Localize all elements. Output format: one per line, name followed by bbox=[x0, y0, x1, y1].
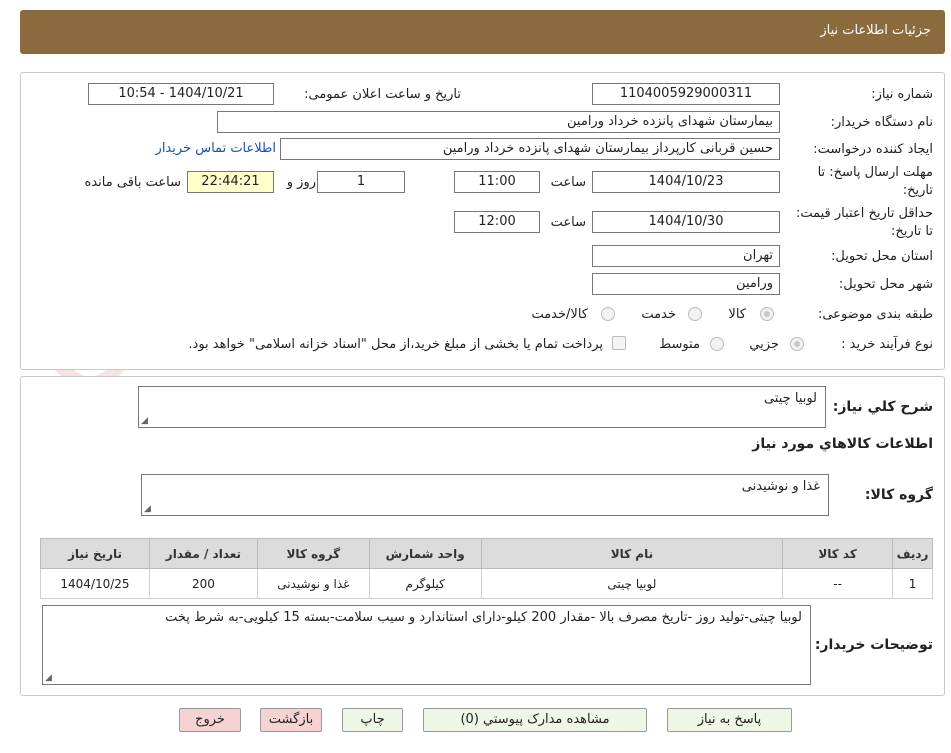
category-goods-label: کالا bbox=[728, 307, 746, 322]
validity-time-field: 12:00 bbox=[454, 211, 540, 233]
category-both-radio[interactable] bbox=[601, 307, 615, 321]
table-row: 1 -- لوبیا چیتی کیلوگرم غذا و نوشیدنی 20… bbox=[40, 568, 933, 599]
cell-date: 1404/10/25 bbox=[40, 568, 150, 599]
items-table: ردیف کد کالا نام کالا واحد شمارش گروه کا… bbox=[40, 538, 933, 599]
cell-group: غذا و نوشیدنی bbox=[256, 568, 370, 599]
cell-code: -- bbox=[782, 568, 894, 599]
buyer-notes-label: توضیحات خریدار: bbox=[814, 637, 933, 653]
back-button[interactable]: بازگشت bbox=[260, 708, 322, 732]
need-number-field: 1104005929000311 bbox=[592, 83, 780, 105]
buyer-contact-link[interactable]: اطلاعات تماس خریدار bbox=[156, 141, 276, 156]
col-unit-header: واحد شمارش bbox=[368, 538, 482, 569]
reply-time-label: ساعت bbox=[550, 175, 586, 190]
col-name-header: نام کالا bbox=[480, 538, 784, 569]
goods-group-label: گروه کالا: bbox=[864, 487, 933, 503]
resize-grip-icon[interactable]: ◢ bbox=[45, 673, 52, 683]
price-validity-label: حداقل تاریخ اعتبار قیمت: تا تاریخ: bbox=[795, 206, 933, 239]
delivery-province-label: استان محل تحویل: bbox=[831, 249, 933, 264]
city-field: ورامین bbox=[592, 273, 780, 295]
treasury-checkbox[interactable] bbox=[612, 336, 626, 350]
items-table-header: ردیف کد کالا نام کالا واحد شمارش گروه کا… bbox=[40, 538, 933, 569]
attachments-button[interactable]: مشاهده مدارک پیوستي (0) bbox=[423, 708, 647, 732]
reply-date-field: 1404/10/23 bbox=[592, 171, 780, 193]
page-title: جزئیات اطلاعات نیاز bbox=[820, 23, 931, 38]
category-service-label: خدمت bbox=[641, 307, 676, 322]
cell-unit: کیلوگرم bbox=[368, 568, 482, 599]
exit-button[interactable]: خروج bbox=[179, 708, 241, 732]
validity-date-field: 1404/10/30 bbox=[592, 211, 780, 233]
page-header: جزئیات اطلاعات نیاز bbox=[20, 10, 945, 54]
buyer-notes-text: لوبیا چیتی-تولید روز -تاریخ مصرف بالا -م… bbox=[165, 610, 802, 625]
category-label: طبقه بندی موضوعی: bbox=[817, 307, 933, 322]
buyer-notes-textarea[interactable]: لوبیا چیتی-تولید روز -تاریخ مصرف بالا -م… bbox=[42, 605, 811, 685]
process-minor-label: جزیي bbox=[749, 337, 779, 352]
reply-time-field: 11:00 bbox=[454, 171, 540, 193]
requester-label: ایجاد کننده درخواست: bbox=[813, 142, 933, 157]
goods-group-textarea[interactable]: غذا و نوشیدنی ◢ bbox=[141, 474, 829, 516]
cell-row: 1 bbox=[892, 568, 933, 599]
category-both-label: کالا/خدمت bbox=[531, 307, 588, 322]
process-type-label: نوع فرآیند خرید : bbox=[841, 337, 933, 352]
days-and-label: روز و bbox=[286, 175, 316, 190]
announce-datetime-label: تاریخ و ساعت اعلان عمومی: bbox=[304, 87, 461, 102]
cell-qty: 200 bbox=[148, 568, 258, 599]
process-medium-radio[interactable] bbox=[710, 337, 724, 351]
resize-grip-icon[interactable]: ◢ bbox=[141, 416, 148, 426]
col-group-header: گروه کالا bbox=[256, 538, 370, 569]
cell-name: لوبیا چیتی bbox=[480, 568, 784, 599]
col-date-header: تاریخ نیاز bbox=[40, 538, 150, 569]
remaining-time-field: 22:44:21 bbox=[187, 171, 274, 193]
process-medium-label: متوسط bbox=[659, 337, 700, 352]
delivery-city-label: شهر محل تحویل: bbox=[838, 277, 933, 292]
general-desc-label: شرح کلي نياز: bbox=[832, 399, 933, 415]
remaining-label: ساعت باقی مانده bbox=[84, 175, 181, 190]
goods-group-text: غذا و نوشیدنی bbox=[741, 479, 820, 494]
print-button[interactable]: چاپ bbox=[342, 708, 403, 732]
validity-time-label: ساعت bbox=[550, 215, 586, 230]
announce-datetime-field: 1404/10/21 - 10:54 bbox=[88, 83, 274, 105]
category-service-radio[interactable] bbox=[688, 307, 702, 321]
reply-deadline-label: مهلت ارسال پاسخ: تا تاریخ: bbox=[817, 165, 933, 198]
col-code-header: کد کالا bbox=[782, 538, 894, 569]
buyer-org-field: بیمارستان شهدای پانزده خرداد ورامین bbox=[217, 111, 780, 133]
general-desc-textarea[interactable]: لوبیا چیتی ◢ bbox=[138, 386, 826, 428]
col-row-header: ردیف bbox=[892, 538, 933, 569]
buyer-org-label: نام دستگاه خریدار: bbox=[830, 115, 933, 130]
reply-days-field: 1 bbox=[317, 171, 405, 193]
reply-button[interactable]: پاسخ به نیاز bbox=[667, 708, 792, 732]
requester-field: حسین قربانی کارپرداز بیمارستان شهدای پان… bbox=[280, 138, 780, 160]
process-minor-radio[interactable] bbox=[790, 337, 804, 351]
general-desc-text: لوبیا چیتی bbox=[763, 391, 817, 406]
treasury-note: پرداخت تمام یا بخشی از مبلغ خرید،از محل … bbox=[188, 337, 603, 352]
province-field: تهران bbox=[592, 245, 780, 267]
need-number-label: شماره نیاز: bbox=[871, 87, 933, 102]
items-info-heading: اطلاعات کالاهاي مورد نياز bbox=[752, 436, 933, 452]
col-qty-header: تعداد / مقدار bbox=[148, 538, 258, 569]
resize-grip-icon[interactable]: ◢ bbox=[144, 504, 151, 514]
category-goods-radio[interactable] bbox=[760, 307, 774, 321]
